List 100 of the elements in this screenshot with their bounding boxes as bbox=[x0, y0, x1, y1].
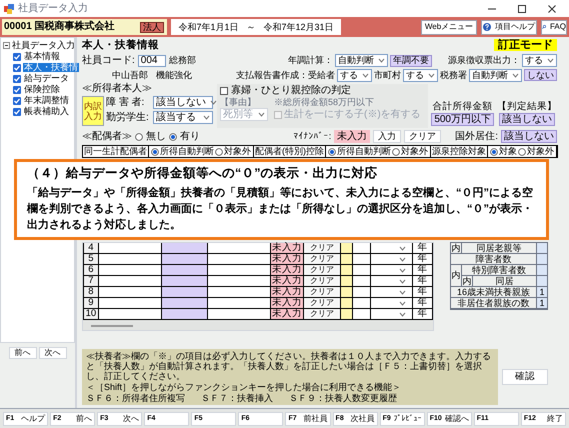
count-label: 非居住者親族の数 bbox=[456, 298, 530, 308]
table-cell[interactable] bbox=[340, 309, 353, 319]
close-icon[interactable] bbox=[547, 4, 557, 14]
section-heading: ≪配偶者≫ bbox=[82, 132, 132, 142]
radio-label: 対象外 bbox=[527, 147, 554, 156]
prefix-label: 内 bbox=[451, 243, 462, 253]
unit-cell: 年 bbox=[413, 309, 433, 319]
table-cell[interactable] bbox=[162, 298, 208, 308]
result-label: 【判定結果】 bbox=[497, 102, 557, 111]
status-cell: 未入力 bbox=[271, 243, 304, 253]
count-field[interactable] bbox=[536, 276, 547, 286]
tree-item[interactable]: 保険控除 bbox=[23, 85, 61, 94]
table-cell[interactable] bbox=[162, 243, 208, 253]
count-field[interactable] bbox=[536, 265, 547, 275]
help-button[interactable]: 項目ヘルプ bbox=[481, 20, 537, 34]
period-start: 令和7年1月1日 bbox=[178, 22, 238, 32]
radio-button[interactable] bbox=[169, 132, 177, 140]
nav-button[interactable]: 次へ bbox=[38, 347, 66, 359]
collapse-icon[interactable] bbox=[3, 42, 10, 49]
table-cell[interactable] bbox=[162, 276, 208, 286]
radio-label: 対象外 bbox=[224, 147, 251, 156]
web-menu-button[interactable]: Webメニュー bbox=[421, 20, 477, 34]
count-label: 同居老親等 bbox=[476, 243, 522, 253]
employee-code-field[interactable]: 004 bbox=[138, 54, 166, 66]
maximize-icon[interactable] bbox=[517, 4, 527, 14]
result-badge: 該当しない bbox=[499, 113, 555, 126]
radio-label: 所得自動判断 bbox=[160, 147, 214, 156]
count-field[interactable]: 1 bbox=[536, 298, 547, 308]
dropdown[interactable]: 自動判断 bbox=[335, 54, 388, 67]
confirm-button[interactable]: 確認 bbox=[502, 369, 548, 385]
caret-icon bbox=[547, 58, 554, 63]
table-cell[interactable] bbox=[340, 265, 353, 275]
table-cell[interactable] bbox=[340, 276, 353, 286]
radio-button[interactable] bbox=[215, 148, 223, 156]
scrollbar-thumb[interactable] bbox=[91, 325, 133, 327]
table-cell[interactable] bbox=[340, 298, 353, 308]
count-field[interactable] bbox=[536, 243, 547, 253]
tree-item[interactable]: 本人・扶養情 bbox=[23, 63, 79, 72]
tree-item[interactable]: 基本情報 bbox=[23, 52, 61, 61]
dropdown[interactable]: する bbox=[522, 54, 557, 67]
field-label: ﾏｲﾅﾝﾊﾞｰ: bbox=[294, 132, 332, 141]
radio-button[interactable] bbox=[151, 148, 159, 156]
clear-button[interactable]: クリア bbox=[304, 287, 341, 297]
row-number: 7 bbox=[83, 276, 99, 286]
nav-button[interactable]: 前へ bbox=[8, 347, 36, 359]
period-separator: ～ bbox=[246, 22, 256, 32]
clear-button[interactable]: クリア bbox=[304, 309, 341, 319]
table-cell[interactable] bbox=[162, 265, 208, 275]
clear-button[interactable]: クリア bbox=[304, 276, 341, 286]
table-cell[interactable] bbox=[340, 287, 353, 297]
notice-text: 「給与データ」や「所得金額」扶養者の「見積額」等において、未入力による空欄と、“０円”による空欄を判別できるよう、各入力画面に「０表示」または「所得なし」の選択区分を追加し、“０”が表示・出力されるよう対応しました。 bbox=[27, 186, 534, 233]
action-button[interactable]: クリア bbox=[404, 130, 442, 143]
clear-button[interactable]: クリア bbox=[304, 243, 341, 253]
unit-cell: 年 bbox=[413, 243, 433, 253]
dropdown[interactable]: する bbox=[403, 68, 438, 82]
tree-item[interactable]: 給与データ bbox=[23, 74, 70, 83]
caret-icon bbox=[362, 72, 369, 78]
field-label: 勤労学生: bbox=[106, 112, 150, 122]
clear-button[interactable]: クリア bbox=[304, 265, 341, 275]
field-label: 【事由】 bbox=[220, 98, 257, 107]
section-title: 本人・扶養情報 bbox=[82, 40, 159, 50]
radio-button[interactable] bbox=[328, 148, 336, 156]
table-cell[interactable] bbox=[340, 243, 353, 253]
mode-badge: 訂正モード bbox=[494, 39, 557, 51]
checkbox[interactable] bbox=[220, 87, 228, 95]
count-field[interactable]: 1 bbox=[536, 287, 547, 297]
radio-button[interactable] bbox=[518, 148, 526, 156]
tree-item[interactable]: 帳表補助入 bbox=[23, 107, 70, 116]
table-cell[interactable] bbox=[340, 254, 353, 264]
breakdown-button[interactable]: 内訳入力 bbox=[82, 96, 104, 126]
app-icon bbox=[4, 4, 14, 14]
table-cell[interactable] bbox=[162, 254, 208, 264]
status-badge: しない bbox=[524, 69, 557, 81]
employee-note: 機能強化 bbox=[156, 70, 192, 80]
dropdown[interactable]: 該当する bbox=[153, 111, 213, 124]
tree-item[interactable]: 年末調整情 bbox=[23, 96, 70, 105]
unit-cell: 年 bbox=[413, 265, 433, 275]
table-cell[interactable] bbox=[162, 309, 208, 319]
action-button[interactable]: 入力 bbox=[373, 130, 402, 143]
table-cell[interactable] bbox=[162, 287, 208, 297]
radio-button[interactable] bbox=[490, 148, 498, 156]
caret-icon bbox=[210, 100, 217, 105]
clear-button[interactable]: クリア bbox=[304, 298, 341, 308]
company-name: 00001 国税商事株式会社 bbox=[4, 22, 115, 32]
radio-label: 対象外 bbox=[401, 147, 428, 156]
option-label: 配偶者(特別)控除 bbox=[254, 146, 326, 157]
tree-item[interactable]: 社員データ入力 bbox=[12, 41, 75, 50]
prefix-label: 内 bbox=[462, 276, 473, 286]
help-icon bbox=[483, 23, 491, 31]
clear-button[interactable]: クリア bbox=[304, 254, 341, 264]
faq-button[interactable]: FAQ bbox=[541, 20, 567, 34]
shortcut-text: ＳＦ９：扶養人数変更履歴 bbox=[289, 393, 397, 403]
dropdown[interactable]: 自動判断 bbox=[469, 68, 522, 82]
field-label: 障 害 者: bbox=[106, 98, 146, 108]
radio-button[interactable] bbox=[392, 148, 400, 156]
total-income-label: 合計所得金額 bbox=[432, 102, 493, 111]
count-field[interactable] bbox=[536, 254, 547, 264]
radio-button[interactable] bbox=[135, 132, 143, 140]
dropdown[interactable]: する bbox=[337, 68, 372, 82]
income-range-badge: 500万円以下 bbox=[431, 113, 494, 126]
